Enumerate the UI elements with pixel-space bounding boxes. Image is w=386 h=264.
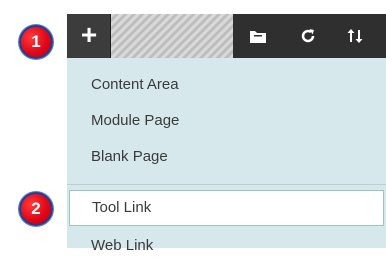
toolbar-spacer — [111, 14, 233, 58]
menu-item-label: Content Area — [91, 76, 179, 93]
menu-item-label: Module Page — [91, 112, 180, 129]
sort-icon[interactable] — [345, 26, 365, 46]
step-1-badge: 1 — [19, 25, 53, 59]
menu-item-tool-link[interactable]: Tool Link — [69, 190, 384, 226]
menu-item-content-area[interactable]: Content Area — [67, 67, 386, 103]
step-2-badge: 2 — [19, 192, 53, 226]
menu-item-label: Tool Link — [92, 199, 152, 216]
folder-icon[interactable] — [248, 26, 268, 46]
menu-item-label: Web Link — [91, 237, 154, 254]
menu-item-blank-page[interactable]: Blank Page — [67, 139, 386, 175]
add-menu-dropdown: Content Area Module Page Blank Page Tool… — [67, 58, 386, 254]
menu-item-web-link[interactable]: Web Link — [67, 228, 386, 264]
refresh-icon[interactable] — [298, 26, 318, 46]
menu-item-label: Blank Page — [91, 148, 168, 165]
plus-icon: + — [80, 19, 98, 50]
menu-divider — [67, 184, 386, 185]
course-menu-toolbar: + — [67, 14, 386, 58]
add-menu-item-button[interactable]: + — [67, 14, 111, 58]
menu-item-module-page[interactable]: Module Page — [67, 103, 386, 139]
